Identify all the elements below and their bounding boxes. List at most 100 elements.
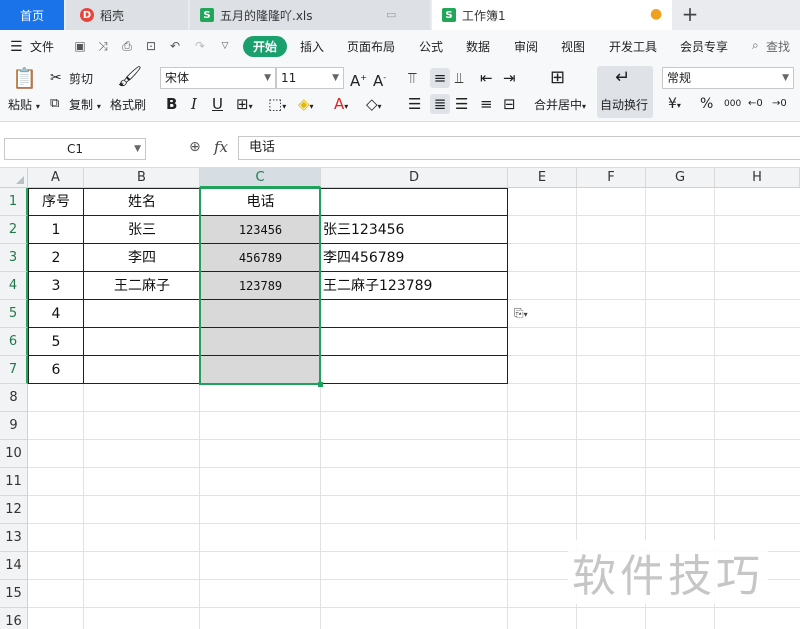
merge-cells-icon[interactable]: ⊞ <box>550 68 565 88</box>
wrap-text-button[interactable]: ↵ 自动换行 <box>597 66 653 118</box>
paste-options-icon[interactable]: ⎘▾ <box>514 306 528 321</box>
column-header-h[interactable]: H <box>715 168 800 188</box>
indent-increase-icon[interactable]: ⇥ <box>503 68 516 88</box>
decrease-decimal-icon[interactable]: →0 <box>772 94 787 114</box>
cell-a5[interactable]: 4 <box>28 300 84 328</box>
cell-a7[interactable]: 6 <box>28 356 84 384</box>
menu-search[interactable]: 查找 <box>766 38 790 55</box>
row-header-16[interactable]: 16 <box>0 608 28 629</box>
cell-a4[interactable]: 3 <box>28 272 84 300</box>
cell-b3[interactable]: 李四 <box>84 244 200 272</box>
thousands-separator-button[interactable]: 000 <box>724 94 741 114</box>
indent-decrease-icon[interactable]: ⇤ <box>480 68 493 88</box>
cell-d3[interactable]: 李四456789 <box>321 244 508 272</box>
menu-start[interactable]: 开始 <box>243 36 288 57</box>
menu-formula[interactable]: 公式 <box>419 38 443 55</box>
menu-page-layout[interactable]: 页面布局 <box>347 38 395 55</box>
cell-d1[interactable] <box>321 188 508 216</box>
insert-function-button[interactable]: fx <box>214 138 228 156</box>
row-header-5[interactable]: 5 <box>0 300 28 328</box>
align-center-icon[interactable]: ≣ <box>430 94 450 114</box>
row-header-13[interactable]: 13 <box>0 524 28 552</box>
menu-view[interactable]: 视图 <box>561 38 585 55</box>
cell-d7[interactable] <box>321 356 508 384</box>
clear-format-icon[interactable]: ◇▾ <box>366 94 382 117</box>
row-header-12[interactable]: 12 <box>0 496 28 524</box>
column-header-d[interactable]: D <box>321 168 508 188</box>
paste-icon[interactable]: 📋 <box>12 68 37 88</box>
cell-b6[interactable] <box>84 328 200 356</box>
row-header-6[interactable]: 6 <box>0 328 28 356</box>
currency-button[interactable]: ¥▾ <box>668 94 681 116</box>
cell-b5[interactable] <box>84 300 200 328</box>
bold-button[interactable]: B <box>166 94 177 114</box>
increase-font-icon[interactable]: A+ <box>350 68 367 91</box>
cell-b1[interactable]: 姓名 <box>84 188 200 216</box>
search-icon[interactable]: ⌕ <box>752 38 759 53</box>
row-header-10[interactable]: 10 <box>0 440 28 468</box>
cell-d6[interactable] <box>321 328 508 356</box>
row-header-15[interactable]: 15 <box>0 580 28 608</box>
column-header-b[interactable]: B <box>84 168 200 188</box>
formula-input[interactable]: 电话 <box>238 136 800 160</box>
row-header-2[interactable]: 2 <box>0 216 28 244</box>
column-header-e[interactable]: E <box>508 168 577 188</box>
menu-vip[interactable]: 会员专享 <box>680 38 728 55</box>
cell-d5[interactable] <box>321 300 508 328</box>
zoom-lookup-icon[interactable]: ⊕ <box>189 139 201 155</box>
font-size-select[interactable]: 11 ▼ <box>276 67 344 89</box>
justify-icon[interactable]: ≡ <box>480 94 493 114</box>
copy-button[interactable]: 复制 ▾ <box>69 96 101 113</box>
fill-handle[interactable] <box>318 382 323 387</box>
row-header-11[interactable]: 11 <box>0 468 28 496</box>
column-header-a[interactable]: A <box>28 168 84 188</box>
row-header-8[interactable]: 8 <box>0 384 28 412</box>
merge-center-button[interactable]: 合并居中▾ <box>534 96 586 113</box>
align-bottom-icon[interactable]: ⫫ <box>455 68 463 88</box>
menu-developer[interactable]: 开发工具 <box>609 38 657 55</box>
tab-workbook[interactable]: S 工作簿1 ● <box>432 0 672 30</box>
cell-a1[interactable]: 序号 <box>28 188 84 216</box>
undo-icon[interactable]: ↶ <box>168 39 182 53</box>
print-icon[interactable]: ⎙ <box>120 39 134 53</box>
cell-a6[interactable]: 5 <box>28 328 84 356</box>
cloud-sync-icon[interactable]: ⤨ <box>96 39 110 53</box>
cell-a3[interactable]: 2 <box>28 244 84 272</box>
cell-d2[interactable]: 张三123456 <box>321 216 508 244</box>
tab-daoke[interactable]: D 稻壳 <box>66 0 188 30</box>
cell-a2[interactable]: 1 <box>28 216 84 244</box>
cell-b2[interactable]: 张三 <box>84 216 200 244</box>
paste-button[interactable]: 粘贴 ▾ <box>8 96 40 113</box>
cell-b7[interactable] <box>84 356 200 384</box>
copy-icon[interactable]: ⧉ <box>50 94 59 114</box>
hamburger-icon[interactable]: ☰ <box>10 39 23 55</box>
align-top-icon[interactable]: ⫪ <box>408 68 416 88</box>
align-right-icon[interactable]: ☰ <box>455 94 468 114</box>
font-color-icon[interactable]: A▾ <box>334 94 348 117</box>
percent-button[interactable]: % <box>700 94 713 114</box>
row-header-14[interactable]: 14 <box>0 552 28 580</box>
column-header-f[interactable]: F <box>577 168 646 188</box>
save-icon[interactable]: ▣ <box>73 39 87 53</box>
row-header-9[interactable]: 9 <box>0 412 28 440</box>
monitor-icon[interactable]: ▭ <box>386 8 396 21</box>
menu-data[interactable]: 数据 <box>466 38 490 55</box>
number-format-select[interactable]: 常规 ▼ <box>662 67 794 89</box>
column-header-g[interactable]: G <box>646 168 715 188</box>
new-tab-button[interactable]: + <box>676 0 704 30</box>
customize-quick-access-icon[interactable]: ▽ <box>218 39 232 53</box>
fill-color-icon[interactable]: ◈▾ <box>298 94 314 117</box>
row-header-3[interactable]: 3 <box>0 244 28 272</box>
fill-pattern-icon[interactable]: ⬚▾ <box>268 94 286 117</box>
cell-d4[interactable]: 王二麻子123789 <box>321 272 508 300</box>
row-header-7[interactable]: 7 <box>0 356 28 384</box>
name-box[interactable]: C1 ▼ <box>4 138 146 160</box>
increase-decimal-icon[interactable]: ←0 <box>748 94 763 114</box>
border-icon[interactable]: ⊞▾ <box>236 94 253 117</box>
select-all-corner[interactable] <box>0 168 28 188</box>
tab-xls-file[interactable]: S 五月的隆隆吖.xls ▭ <box>190 0 430 30</box>
underline-button[interactable]: U <box>212 94 223 114</box>
row-header-1[interactable]: 1 <box>0 188 28 216</box>
menu-review[interactable]: 审阅 <box>514 38 538 55</box>
tab-home[interactable]: 首页 <box>0 0 64 30</box>
